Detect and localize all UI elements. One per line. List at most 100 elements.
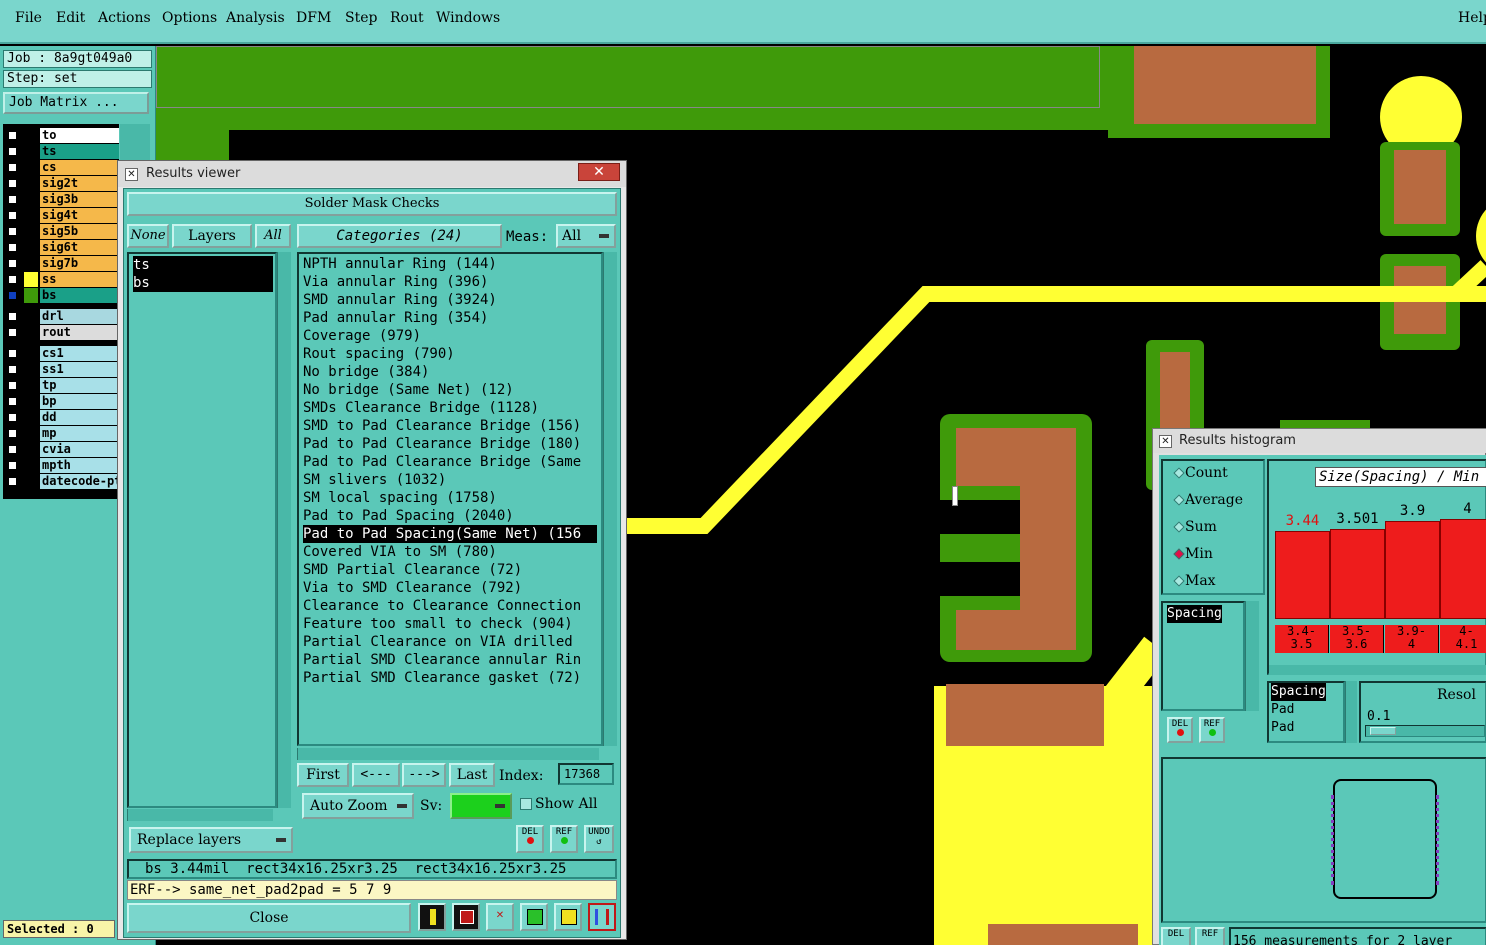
layer-row-datecode-pt[interactable]: datecode-pt xyxy=(3,474,119,489)
hist-del-button[interactable]: DEL xyxy=(1167,717,1193,743)
first-button[interactable]: First xyxy=(297,763,349,787)
stat-option-sum[interactable]: Sum xyxy=(1173,519,1217,535)
category-item[interactable]: No bridge (Same Net) (12) xyxy=(303,381,597,399)
footer-ref-button[interactable]: REF xyxy=(1195,927,1225,945)
chart-hscrollbar[interactable] xyxy=(1269,665,1486,675)
layer-row-tp[interactable]: tp xyxy=(3,378,119,393)
layer-checkbox[interactable] xyxy=(7,476,18,487)
layer-checkbox[interactable] xyxy=(7,348,18,359)
layer-row-sig2t[interactable]: sig2t xyxy=(3,176,119,191)
layer-checkbox[interactable] xyxy=(7,428,18,439)
layer-list-scrollbar[interactable] xyxy=(277,252,291,808)
slider-thumb[interactable] xyxy=(1370,727,1396,735)
layer-row-sig5b[interactable]: sig5b xyxy=(3,224,119,239)
measure-list-top[interactable]: Spacing xyxy=(1161,601,1245,711)
layer-checkbox[interactable] xyxy=(7,162,18,173)
menu-dfm[interactable]: DFM xyxy=(296,10,331,26)
layer-color-swatch[interactable] xyxy=(24,288,38,303)
layer-checkbox[interactable] xyxy=(7,194,18,205)
layer-color-swatch[interactable] xyxy=(24,128,38,143)
category-item[interactable]: SMD to Pad Clearance Bridge (156) xyxy=(303,417,597,435)
measure-list-bottom-scrollbar[interactable] xyxy=(1345,681,1357,743)
layer-color-swatch[interactable] xyxy=(24,362,38,377)
del-button[interactable]: DEL xyxy=(516,825,544,853)
category-item[interactable]: SMDs Clearance Bridge (1128) xyxy=(303,399,597,417)
histogram-icon-button[interactable] xyxy=(588,903,616,931)
layer-row-ss1[interactable]: ss1 xyxy=(3,362,119,377)
layer-row-bp[interactable]: bp xyxy=(3,394,119,409)
erf-icon-button[interactable]: ✕ xyxy=(486,903,514,931)
next-button[interactable]: ---> xyxy=(402,763,446,787)
layer-results-list[interactable]: ts bs xyxy=(127,252,277,808)
category-item[interactable]: Via to SMD Clearance (792) xyxy=(303,579,597,597)
list-icon-button[interactable] xyxy=(554,903,582,931)
bar-icon-button[interactable] xyxy=(418,903,446,931)
measure-item[interactable]: Pad xyxy=(1271,719,1294,737)
layer-checkbox[interactable] xyxy=(7,178,18,189)
radio-icon[interactable] xyxy=(1173,521,1185,533)
hist-ref-button[interactable]: REF xyxy=(1199,717,1225,743)
category-item[interactable]: Pad to Pad Spacing(Same Net) (156 xyxy=(303,525,597,543)
layer-checkbox[interactable] xyxy=(7,380,18,391)
measure-item[interactable]: Spacing xyxy=(1271,683,1326,701)
layers-button[interactable]: Layers xyxy=(172,224,252,248)
measure-list-bottom[interactable]: Spacing Pad Pad xyxy=(1267,681,1345,743)
category-item[interactable]: Partial SMD Clearance annular Rin xyxy=(303,651,597,669)
layer-color-swatch[interactable] xyxy=(24,224,38,239)
close-icon[interactable]: ✕ xyxy=(578,163,620,181)
menu-options[interactable]: Options xyxy=(162,10,217,26)
result-layer-item[interactable]: bs xyxy=(133,274,273,292)
layer-row-sig3b[interactable]: sig3b xyxy=(3,192,119,207)
measure-item[interactable]: Spacing xyxy=(1167,605,1222,623)
radio-icon[interactable] xyxy=(1173,575,1185,587)
layer-color-swatch[interactable] xyxy=(24,394,38,409)
layer-color-swatch[interactable] xyxy=(24,378,38,393)
layer-color-swatch[interactable] xyxy=(24,160,38,175)
measure-item[interactable]: Pad xyxy=(1271,701,1294,719)
result-layer-item[interactable]: ts xyxy=(133,256,273,274)
layer-color-swatch[interactable] xyxy=(24,208,38,223)
index-input[interactable]: 17368 xyxy=(558,763,614,785)
stat-option-count[interactable]: Count xyxy=(1173,465,1228,481)
category-item[interactable]: Clearance to Clearance Connection xyxy=(303,597,597,615)
layer-color-swatch[interactable] xyxy=(24,410,38,425)
layer-color-swatch[interactable] xyxy=(24,192,38,207)
category-item[interactable]: Pad to Pad Clearance Bridge (180) xyxy=(303,435,597,453)
histogram-bar[interactable] xyxy=(1440,519,1486,619)
layer-checkbox[interactable] xyxy=(7,258,18,269)
layer-checkbox[interactable] xyxy=(7,364,18,375)
category-item[interactable]: Covered VIA to SM (780) xyxy=(303,543,597,561)
close-button[interactable]: Close xyxy=(127,903,411,933)
layer-checkbox[interactable] xyxy=(7,290,18,301)
stat-option-min[interactable]: Min xyxy=(1173,546,1213,562)
layer-color-swatch[interactable] xyxy=(24,458,38,473)
layer-checkbox[interactable] xyxy=(7,311,18,322)
histogram-titlebar[interactable]: ✕ Results histogram xyxy=(1153,429,1486,453)
layer-checkbox[interactable] xyxy=(7,242,18,253)
layer-checkbox[interactable] xyxy=(7,274,18,285)
menu-step[interactable]: Step xyxy=(345,10,377,26)
layer-color-swatch[interactable] xyxy=(24,144,38,159)
layer-color-swatch[interactable] xyxy=(24,426,38,441)
layer-row-cs1[interactable]: cs1 xyxy=(3,346,119,361)
histogram-bar[interactable] xyxy=(1275,531,1330,619)
layer-color-swatch[interactable] xyxy=(24,309,38,324)
histogram-bar[interactable] xyxy=(1385,521,1440,619)
layer-row-drl[interactable]: drl xyxy=(3,309,119,324)
menu-file[interactable]: File xyxy=(15,10,42,26)
category-list-scrollbar[interactable] xyxy=(603,252,617,746)
layer-row-dd[interactable]: dd xyxy=(3,410,119,425)
layer-row-mpth[interactable]: mpth xyxy=(3,458,119,473)
show-all-checkbox[interactable] xyxy=(520,798,532,810)
menu-rout[interactable]: Rout xyxy=(390,10,424,26)
layer-checkbox[interactable] xyxy=(7,226,18,237)
layer-row-sig6t[interactable]: sig6t xyxy=(3,240,119,255)
category-item[interactable]: NPTH annular Ring (144) xyxy=(303,255,597,273)
measure-list-scrollbar[interactable] xyxy=(1245,601,1259,711)
ref-button[interactable]: REF xyxy=(550,825,578,853)
category-item[interactable]: Pad annular Ring (354) xyxy=(303,309,597,327)
category-item[interactable]: Coverage (979) xyxy=(303,327,597,345)
auto-zoom-select[interactable]: Auto Zoom xyxy=(302,793,414,819)
layer-checkbox[interactable] xyxy=(7,146,18,157)
layer-checkbox[interactable] xyxy=(7,412,18,423)
